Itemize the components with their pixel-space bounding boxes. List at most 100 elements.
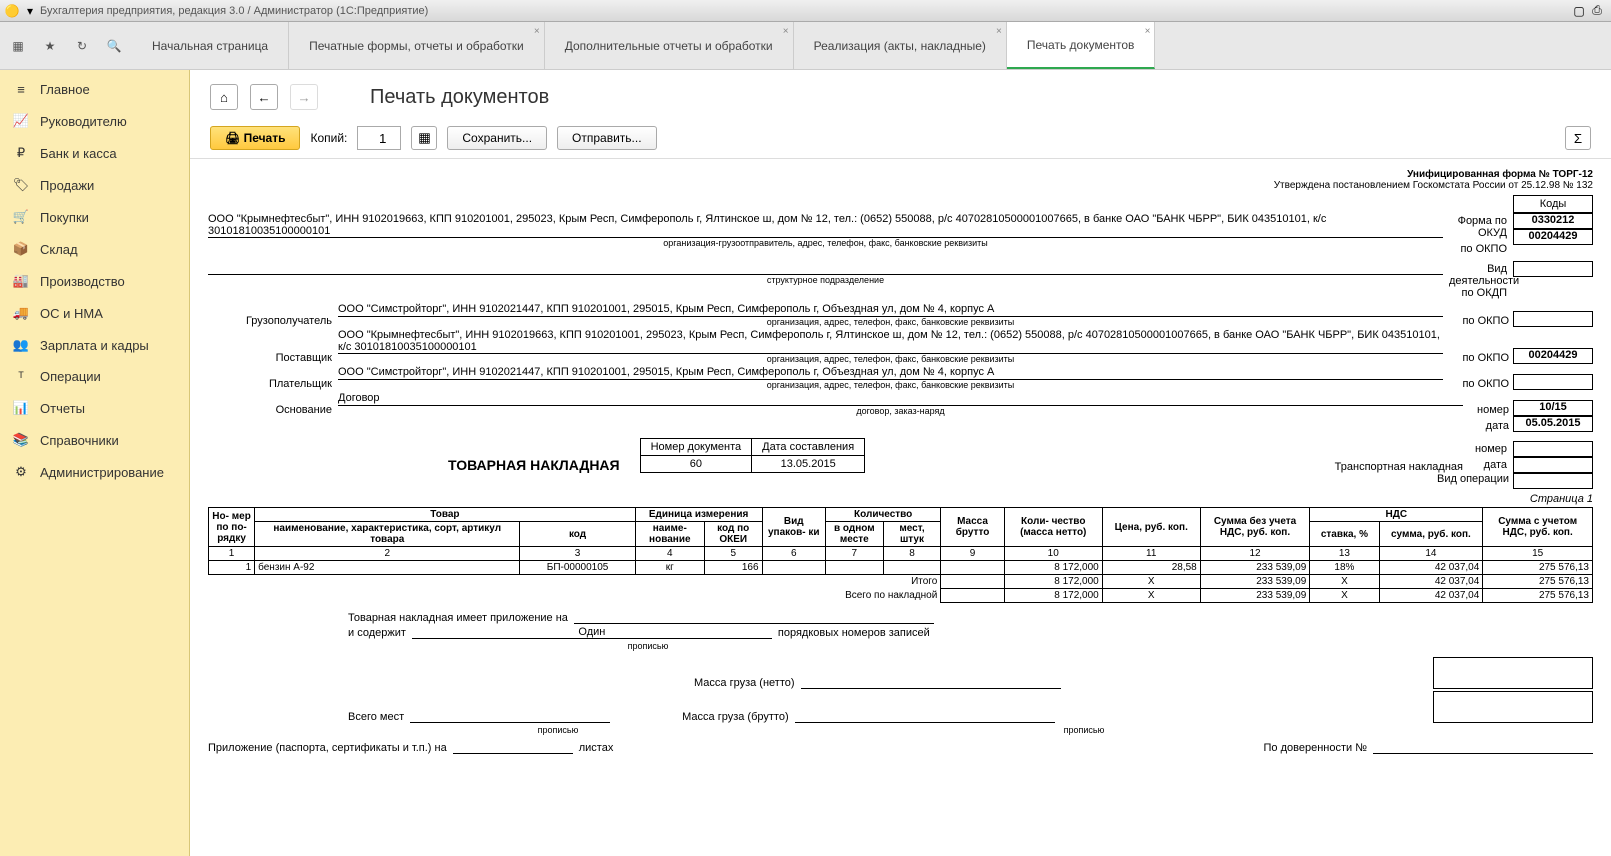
close-icon[interactable]: × — [783, 26, 789, 37]
sidebar-item-label: Операции — [40, 369, 101, 384]
sidebar-item-label: Зарплата и кадры — [40, 338, 149, 353]
supplier-label: Поставщик — [208, 352, 338, 364]
supplier-okpo: 00204429 — [1513, 348, 1593, 364]
cart-icon: 🛒 — [12, 209, 30, 225]
consignee-label: Грузополучатель — [208, 315, 338, 327]
sender-caption: организация-грузоотправитель, адрес, тел… — [208, 238, 1443, 248]
mass-gross-label: Масса груза (брутто) — [682, 711, 789, 723]
window-tool-icon[interactable]: ⎙ — [1589, 3, 1605, 19]
th-goods-code: код — [520, 522, 635, 547]
th-qty-places: мест, штук — [883, 522, 941, 547]
sidebar-item-main[interactable]: ≡Главное — [0, 74, 189, 105]
th-num: Но- мер по по- рядку — [209, 508, 255, 547]
th-vat-rate: ставка, % — [1310, 522, 1379, 547]
sidebar-item-warehouse[interactable]: 📦Склад — [0, 233, 189, 265]
tag-icon: 🏷 — [12, 177, 30, 193]
th-qty-in: в одном месте — [825, 522, 883, 547]
tab-addl-reports[interactable]: Дополнительные отчеты и обработки× — [545, 22, 794, 69]
sidebar-item-manager[interactable]: 📈Руководителю — [0, 105, 189, 137]
activity-label: Вид деятельности по ОКДП — [1443, 261, 1513, 301]
sidebar-item-operations[interactable]: ᵀ Операции — [0, 361, 189, 392]
basis-date: 05.05.2015 — [1513, 416, 1593, 432]
ops-icon: ᵀ — [12, 369, 30, 384]
tab-print-forms[interactable]: Печатные формы, отчеты и обработки× — [289, 22, 545, 69]
th-qtynet: Коли- чество (масса нетто) — [1004, 508, 1102, 547]
sidebar-item-production[interactable]: 🏭Производство — [0, 265, 189, 297]
th-sumvat: Сумма с учетом НДС, руб. коп. — [1483, 508, 1593, 547]
subdiv-caption: структурное подразделение — [208, 275, 1443, 285]
form-approval: Утверждена постановлением Госкомстата Ро… — [208, 180, 1593, 191]
sidebar-item-label: Справочники — [40, 433, 119, 448]
attach-line — [574, 611, 934, 624]
window-tool-icon[interactable]: ▢ — [1571, 3, 1587, 19]
footer-block: Товарная накладная имеет приложение на и… — [208, 611, 1593, 754]
page-title: Печать документов — [370, 86, 549, 109]
history-icon[interactable]: ↻ — [72, 36, 92, 56]
sidebar-item-purchases[interactable]: 🛒 Покупки — [0, 201, 189, 233]
tabs: Начальная страница Печатные формы, отчет… — [132, 22, 1155, 69]
sidebar-item-label: Руководителю — [40, 114, 127, 129]
sidebar-item-salary[interactable]: 👥Зарплата и кадры — [0, 329, 189, 361]
tn-date — [1513, 457, 1593, 473]
basis-date-label: дата — [1463, 420, 1513, 432]
settings-button[interactable]: ▦ — [411, 126, 437, 150]
sigma-button[interactable]: Σ — [1565, 126, 1591, 150]
tab-print-docs[interactable]: Печать документов× — [1007, 22, 1156, 69]
payer-label: Плательщик — [208, 378, 338, 390]
home-button[interactable]: ⌂ — [210, 84, 238, 110]
tab-start[interactable]: Начальная страница — [132, 22, 289, 69]
th-vat: НДС — [1310, 508, 1483, 522]
okpo-label: по ОКПО — [1443, 378, 1513, 390]
proxy-line — [1373, 741, 1593, 754]
th-pack: Вид упаков- ки — [762, 508, 825, 547]
back-button[interactable]: ← — [250, 84, 278, 110]
propis-caption: прописью — [904, 725, 1264, 735]
apps-icon[interactable]: ▦ — [8, 36, 28, 56]
th-qty: Количество — [825, 508, 940, 522]
tab-label: Начальная страница — [152, 39, 268, 53]
tn-num-label: номер — [1463, 441, 1513, 457]
sidebar-item-bank[interactable]: ₽Банк и касса — [0, 137, 189, 169]
basis-num-label: номер — [1463, 404, 1513, 416]
truck-icon: 🚚 — [12, 305, 30, 321]
sidebar-item-label: ОС и НМА — [40, 306, 103, 321]
search-icon[interactable]: 🔍 — [104, 36, 124, 56]
sidebar-item-assets[interactable]: 🚚 ОС и НМА — [0, 297, 189, 329]
payer-text: ООО "Симстройторг", ИНН 9102021447, КПП … — [338, 366, 1443, 380]
close-icon[interactable]: × — [1145, 26, 1151, 37]
sidebar-item-sales[interactable]: 🏷Продажи — [0, 169, 189, 201]
table-row: 1 бензин А-92 БП-00000105 кг 166 8 172,0… — [209, 561, 1593, 575]
codes-table: Коды — [1513, 195, 1593, 213]
star-icon[interactable]: ★ — [40, 36, 60, 56]
print-button[interactable]: 🖨 Печать — [210, 126, 300, 150]
subdiv-line — [208, 261, 1443, 275]
save-button[interactable]: Сохранить... — [447, 126, 547, 150]
sidebar-item-admin[interactable]: ⚙Администрирование — [0, 456, 189, 488]
okpo-value: 00204429 — [1513, 229, 1593, 245]
send-button[interactable]: Отправить... — [557, 126, 657, 150]
sidebar-item-catalogs[interactable]: 📚Справочники — [0, 424, 189, 456]
close-icon[interactable]: × — [996, 26, 1002, 37]
mass-gross-box — [1433, 691, 1593, 723]
dropdown-icon[interactable]: ▾ — [22, 3, 38, 19]
supplier-text: ООО "Крымнефтесбыт", ИНН 9102019663, КПП… — [338, 329, 1443, 354]
sidebar-item-label: Администрирование — [40, 465, 164, 480]
sidebar-item-reports[interactable]: 📊Отчеты — [0, 392, 189, 424]
basis-num: 10/15 — [1513, 400, 1593, 416]
copies-input[interactable] — [357, 126, 401, 150]
okpo-label: по ОКПО — [1443, 315, 1513, 327]
th-unit: Единица измерения — [635, 508, 762, 522]
tn-num — [1513, 441, 1593, 457]
okpo-label: по ОКПО — [1443, 352, 1513, 364]
proxy-label: По доверенности № — [1264, 742, 1368, 754]
tab-label: Реализация (акты, накладные) — [814, 39, 986, 53]
sidebar-item-label: Банк и касса — [40, 146, 117, 161]
totals-row: Итого 8 172,000X 233 539,09X 42 037,0427… — [209, 575, 1593, 589]
close-icon[interactable]: × — [534, 26, 540, 37]
tab-realization[interactable]: Реализация (акты, накладные) × — [794, 22, 1007, 69]
sidebar-item-label: Покупки — [40, 210, 89, 225]
th-mass: Масса брутто — [941, 508, 1004, 547]
forward-button[interactable]: → — [290, 84, 318, 110]
attach3-label: Приложение (паспорта, сертификаты и т.п.… — [208, 742, 447, 754]
payer-caption: организация, адрес, телефон, факс, банко… — [338, 380, 1443, 390]
